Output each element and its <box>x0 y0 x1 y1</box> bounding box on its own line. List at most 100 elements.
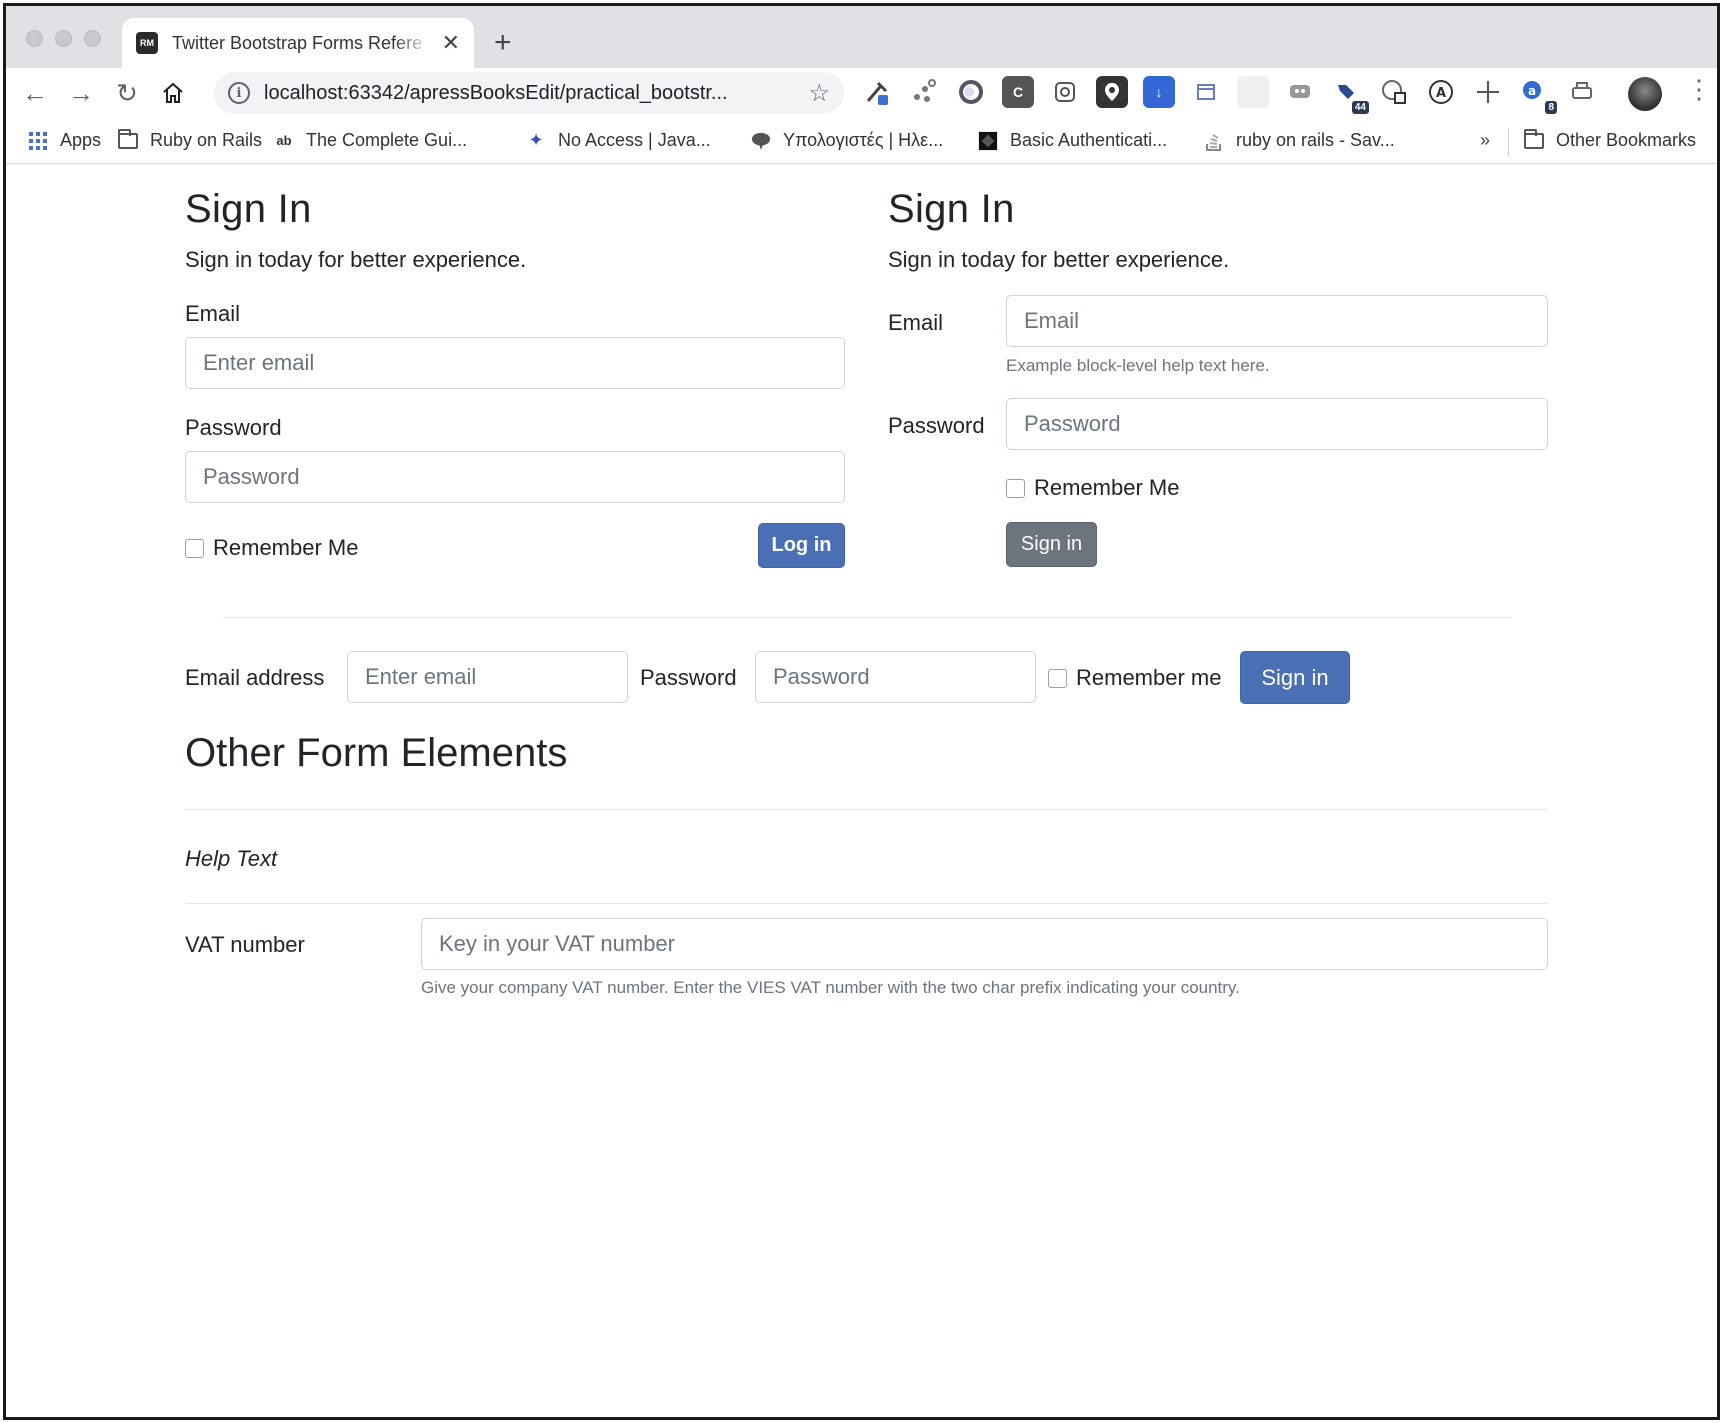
url-text: localhost:63342/apressBooksEdit/practica… <box>264 81 728 104</box>
back-arrow-icon[interactable]: ← <box>18 76 52 110</box>
vat-number-placeholder: Key in your VAT number <box>439 931 675 956</box>
left-email-input[interactable]: Enter email <box>185 337 845 389</box>
checkbox-icon[interactable] <box>1048 668 1067 688</box>
bookmarks-overflow-chevron-icon[interactable]: » <box>1480 130 1490 151</box>
tab-strip: RM Twitter Bootstrap Forms Refere ✕ + <box>6 6 1717 68</box>
right-sign-in-button[interactable]: Sign in <box>1006 522 1097 567</box>
ab-icon: ab <box>276 133 292 148</box>
bookmarks-bar: Apps Ruby on Rails ab The Complete Gui..… <box>6 120 1717 164</box>
inline-sign-in-button[interactable]: Sign in <box>1240 651 1350 704</box>
black-diamond-icon <box>978 131 998 151</box>
address-bar[interactable]: i localhost:63342/apressBooksEdit/practi… <box>214 72 844 114</box>
left-password-placeholder: Password <box>203 464 300 489</box>
browser-toolbar: ← → ↻ i localhost:63342/apressBooksEdit/… <box>6 68 1717 120</box>
checkbox-icon[interactable] <box>185 538 204 558</box>
share-nodes-extension-icon[interactable] <box>908 76 940 108</box>
inline-remember-label: Remember me <box>1076 665 1222 690</box>
a-circle-extension-icon[interactable]: A <box>1425 76 1457 108</box>
inline-password-label: Password <box>640 665 737 690</box>
color-picker-extension-icon[interactable] <box>861 76 893 108</box>
right-form-title: Sign In <box>888 187 1015 231</box>
cloud-icon <box>751 131 771 151</box>
left-password-label: Password <box>185 415 282 440</box>
bookmark-ruby-on-rails[interactable]: Ruby on Rails <box>118 128 262 151</box>
bookmark-basic-authentication[interactable]: Basic Authenticati... <box>978 130 1167 151</box>
c-extension-icon[interactable]: C <box>1002 76 1034 108</box>
globe-extension-icon[interactable] <box>1378 76 1410 108</box>
folder-icon <box>118 128 138 151</box>
right-form-lead: Sign in today for better experience. <box>888 247 1230 272</box>
bookmark-apps[interactable]: Apps <box>28 130 101 151</box>
right-email-help-text: Example block-level help text here. <box>1006 356 1270 375</box>
bookmark-no-access-java[interactable]: ✦ No Access | Java... <box>526 130 711 151</box>
profile-avatar[interactable] <box>1628 77 1662 111</box>
bookmark-label: Υπολογιστές | Ηλε... <box>783 130 944 150</box>
bookmark-label: No Access | Java... <box>558 130 711 150</box>
left-email-label: Email <box>185 301 241 326</box>
maximize-window-button[interactable] <box>84 30 101 47</box>
close-tab-icon[interactable]: ✕ <box>442 32 460 54</box>
map-pin-extension-icon[interactable] <box>1096 76 1128 108</box>
bookmark-label: Apps <box>60 130 102 150</box>
right-password-input[interactable]: Password <box>1006 398 1548 450</box>
site-info-icon[interactable]: i <box>228 82 250 104</box>
inline-email-input[interactable]: Enter email <box>347 651 628 703</box>
tab-title: Twitter Bootstrap Forms Refere <box>172 32 423 53</box>
bookmark-label: Other Bookmarks <box>1556 130 1697 150</box>
extensions-bar: C ↓ 44 A a 8 <box>861 76 1598 114</box>
print-extension-icon[interactable] <box>1566 76 1598 108</box>
checkbox-icon[interactable] <box>1006 478 1025 498</box>
stackoverflow-icon <box>1204 131 1224 151</box>
other-form-elements-title: Other Form Elements <box>185 731 568 775</box>
inline-password-placeholder: Password <box>773 664 870 689</box>
bookmark-ruby-on-rails-save[interactable]: ruby on rails - Sav... <box>1204 130 1395 151</box>
right-password-label: Password <box>888 413 985 438</box>
gear-box-extension-icon[interactable] <box>1049 76 1081 108</box>
bookmark-complete-guide[interactable]: ab The Complete Gui... <box>274 130 467 151</box>
new-tab-button[interactable]: + <box>494 28 512 58</box>
help-text-heading: Help Text <box>185 846 278 871</box>
left-form-lead: Sign in today for better experience. <box>185 247 527 272</box>
window-extension-icon[interactable] <box>1190 76 1222 108</box>
sparkle-icon: ✦ <box>528 130 544 150</box>
bookmark-label: Basic Authenticati... <box>1010 130 1168 150</box>
tag-extension-badge: 44 <box>1351 101 1369 114</box>
bookmark-star-icon[interactable]: ☆ <box>808 79 830 108</box>
move-cross-extension-icon[interactable] <box>1472 76 1504 108</box>
right-remember-checkbox[interactable]: Remember Me <box>1006 475 1179 501</box>
home-icon[interactable] <box>156 76 190 110</box>
bookmark-other-bookmarks[interactable]: Other Bookmarks <box>1524 128 1697 151</box>
chat-extension-icon[interactable] <box>1284 76 1316 108</box>
tab-active[interactable]: RM Twitter Bootstrap Forms Refere ✕ <box>122 18 474 68</box>
tab-favicon-icon: RM <box>136 32 158 54</box>
left-form-title: Sign In <box>185 187 312 231</box>
bookmark-computers[interactable]: Υπολογιστές | Ηλε... <box>751 130 943 151</box>
other-divider-bottom <box>185 903 1548 904</box>
vat-number-label: VAT number <box>185 932 305 957</box>
left-email-placeholder: Enter email <box>203 350 315 375</box>
right-email-label: Email <box>888 310 944 335</box>
reload-icon[interactable]: ↻ <box>110 76 144 110</box>
right-email-input[interactable]: Email <box>1006 295 1548 347</box>
tag-extension-icon[interactable]: 44 <box>1331 76 1369 114</box>
minimize-window-button[interactable] <box>55 30 72 47</box>
bookmark-label: The Complete Gui... <box>306 130 468 150</box>
inline-email-label: Email address <box>185 665 325 690</box>
vat-number-input[interactable]: Key in your VAT number <box>421 918 1548 970</box>
inline-remember-checkbox[interactable]: Remember me <box>1048 665 1221 691</box>
bookmarks-divider <box>1508 128 1509 156</box>
section-divider <box>222 617 1512 618</box>
svg-text:A: A <box>1436 86 1446 101</box>
blank-extension-icon[interactable] <box>1237 76 1269 108</box>
browser-menu-icon[interactable]: ⋮ <box>1686 76 1712 102</box>
ring-extension-icon[interactable] <box>955 76 987 108</box>
translate-extension-icon[interactable]: a 8 <box>1519 76 1557 114</box>
log-in-button[interactable]: Log in <box>758 523 845 568</box>
other-divider-top <box>185 809 1548 810</box>
left-remember-checkbox[interactable]: Remember Me <box>185 535 358 561</box>
forward-arrow-icon[interactable]: → <box>64 76 98 110</box>
close-window-button[interactable] <box>26 30 43 47</box>
download-extension-icon[interactable]: ↓ <box>1143 76 1175 108</box>
inline-password-input[interactable]: Password <box>755 651 1036 703</box>
left-password-input[interactable]: Password <box>185 451 845 503</box>
